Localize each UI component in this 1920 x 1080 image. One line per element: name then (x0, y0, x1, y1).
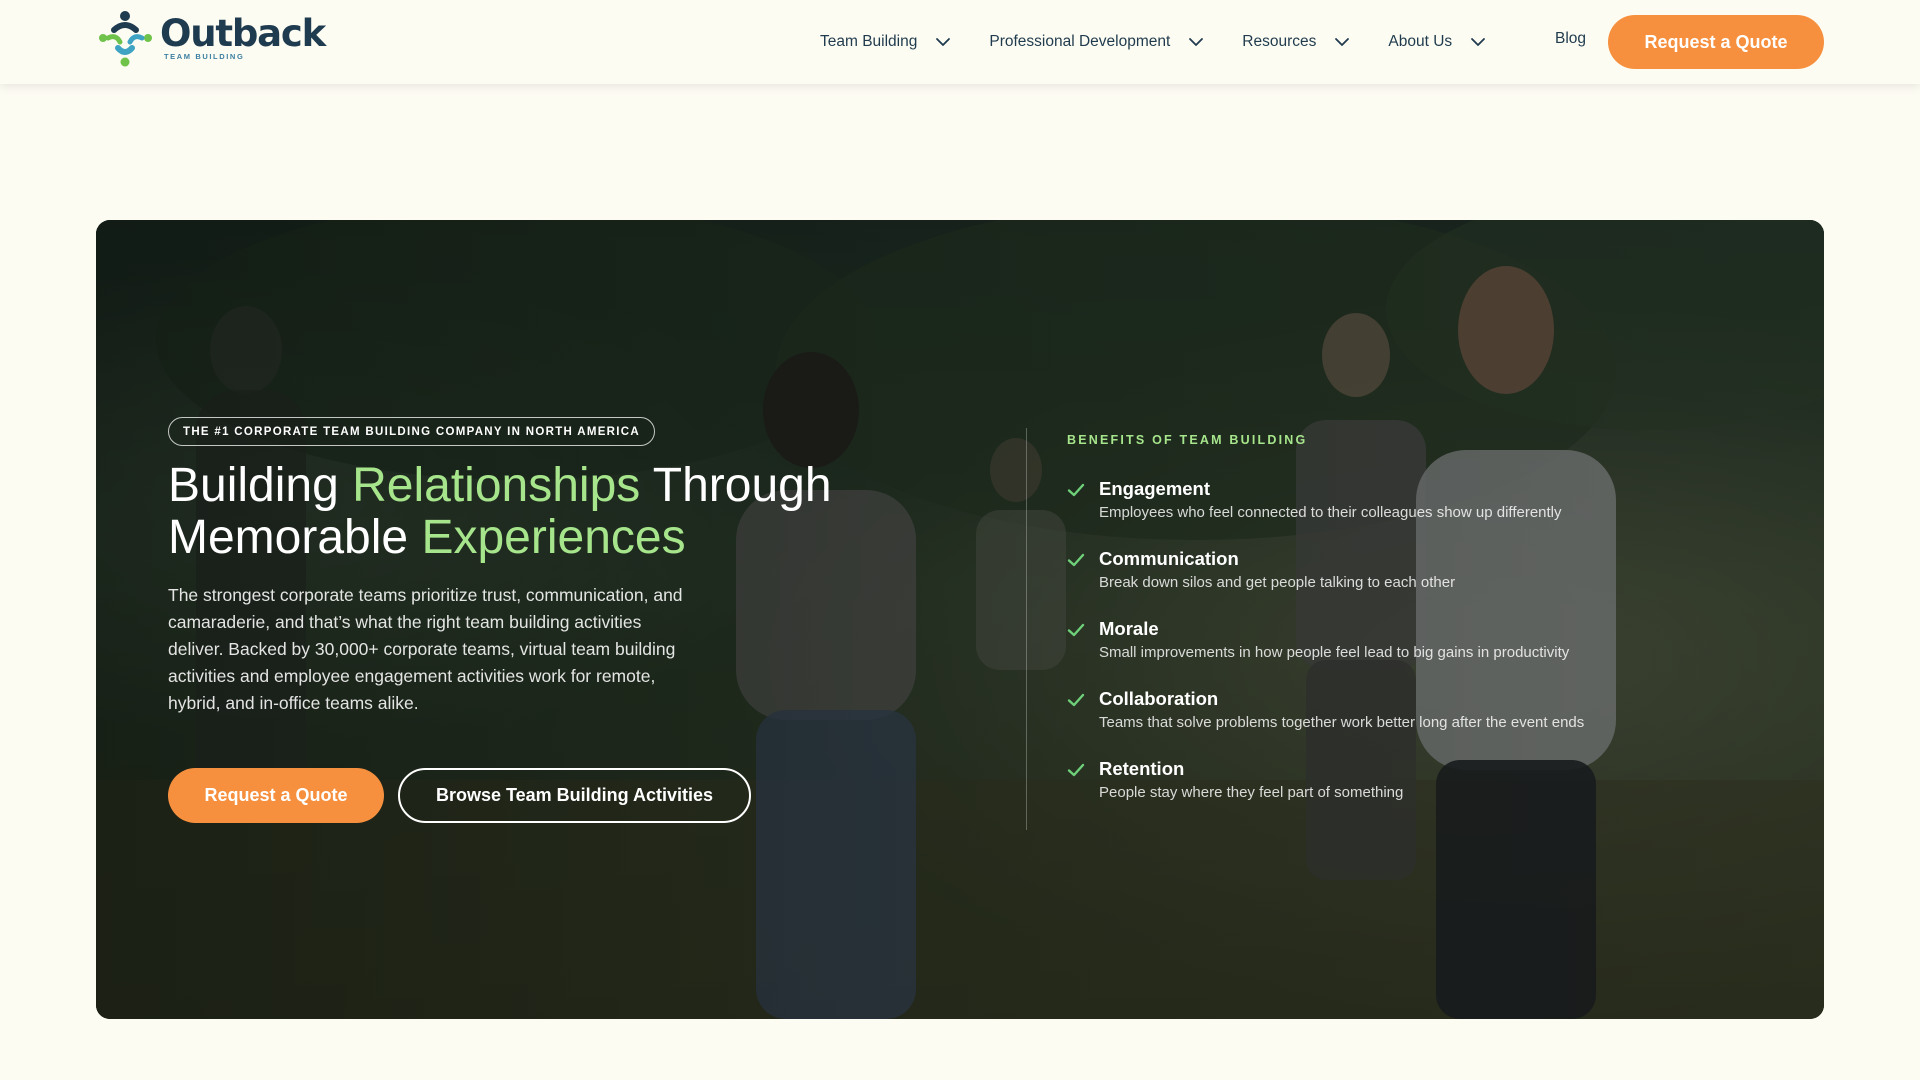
benefit-title: Collaboration (1099, 688, 1219, 709)
hero-title-highlight: Experiences (421, 511, 686, 564)
benefits-heading: BENEFITS OF TEAM BUILDING (1067, 433, 1308, 447)
nav-item-blog[interactable]: Blog (1555, 30, 1586, 48)
benefit-title: Morale (1099, 618, 1159, 639)
chevron-down-icon (1471, 38, 1486, 46)
hero-tagline-badge: THE #1 CORPORATE TEAM BUILDING COMPANY I… (168, 417, 655, 446)
check-icon (1067, 623, 1085, 637)
nav-item-label: Professional Development (989, 33, 1171, 50)
hero-title-highlight: Relationships (352, 459, 641, 512)
nav-item-professional-development[interactable]: Professional Development (989, 22, 1204, 62)
outback-logo-icon (99, 11, 152, 67)
benefit-item-collaboration: Collaboration Teams that solve problems … (1067, 687, 1707, 757)
main-nav: Team Building Professional Development R… (820, 0, 1524, 84)
hero-title-text: Building (168, 459, 353, 512)
benefit-description: People stay where they feel part of some… (1099, 784, 1404, 801)
nav-item-label: About Us (1388, 33, 1453, 50)
benefit-title: Retention (1099, 758, 1185, 779)
nav-item-label: Resources (1242, 33, 1317, 50)
nav-item-resources[interactable]: Resources (1242, 22, 1350, 62)
logo-text: Outback TEAM BUILDING (160, 8, 326, 68)
chevron-down-icon (1335, 38, 1350, 46)
browse-activities-button[interactable]: Browse Team Building Activities (398, 768, 751, 823)
benefit-description: Small improvements in how people feel le… (1099, 644, 1570, 661)
check-icon (1067, 483, 1085, 497)
hero-title: Building Relationships Through Memorable… (168, 460, 928, 564)
site-logo[interactable]: Outback TEAM BUILDING (94, 8, 326, 68)
benefit-item-communication: Communication Break down silos and get p… (1067, 547, 1707, 617)
benefit-description: Teams that solve problems together work … (1099, 714, 1585, 731)
nav-item-label: Team Building (820, 33, 918, 50)
check-icon (1067, 763, 1085, 777)
check-icon (1067, 693, 1085, 707)
chevron-down-icon (1189, 38, 1204, 46)
benefit-item-morale: Morale Small improvements in how people … (1067, 617, 1707, 687)
benefit-item-retention: Retention People stay where they feel pa… (1067, 757, 1707, 827)
nav-item-team-building[interactable]: Team Building (820, 22, 951, 62)
check-icon (1067, 553, 1085, 567)
request-quote-button[interactable]: Request a Quote (1608, 15, 1824, 69)
benefit-item-engagement: Engagement Employees who feel connected … (1067, 477, 1707, 547)
hero-section: THE #1 CORPORATE TEAM BUILDING COMPANY I… (96, 220, 1824, 1019)
chevron-down-icon (936, 38, 951, 46)
logo-subtitle: TEAM BUILDING (164, 52, 245, 61)
hero-divider (1026, 428, 1027, 830)
hero-description: The strongest corporate teams prioritize… (168, 585, 683, 713)
benefit-description: Break down silos and get people talking … (1099, 574, 1456, 591)
benefit-description: Employees who feel connected to their co… (1099, 504, 1562, 521)
site-header: Outback TEAM BUILDING Team Building Prof… (0, 0, 1920, 84)
logo-wordmark: Outback (160, 12, 326, 55)
benefit-title: Communication (1099, 548, 1239, 569)
hero-request-quote-button[interactable]: Request a Quote (168, 768, 384, 823)
benefit-title: Engagement (1099, 478, 1211, 499)
benefits-list: Engagement Employees who feel connected … (1067, 477, 1707, 827)
nav-item-about-us[interactable]: About Us (1388, 22, 1486, 62)
